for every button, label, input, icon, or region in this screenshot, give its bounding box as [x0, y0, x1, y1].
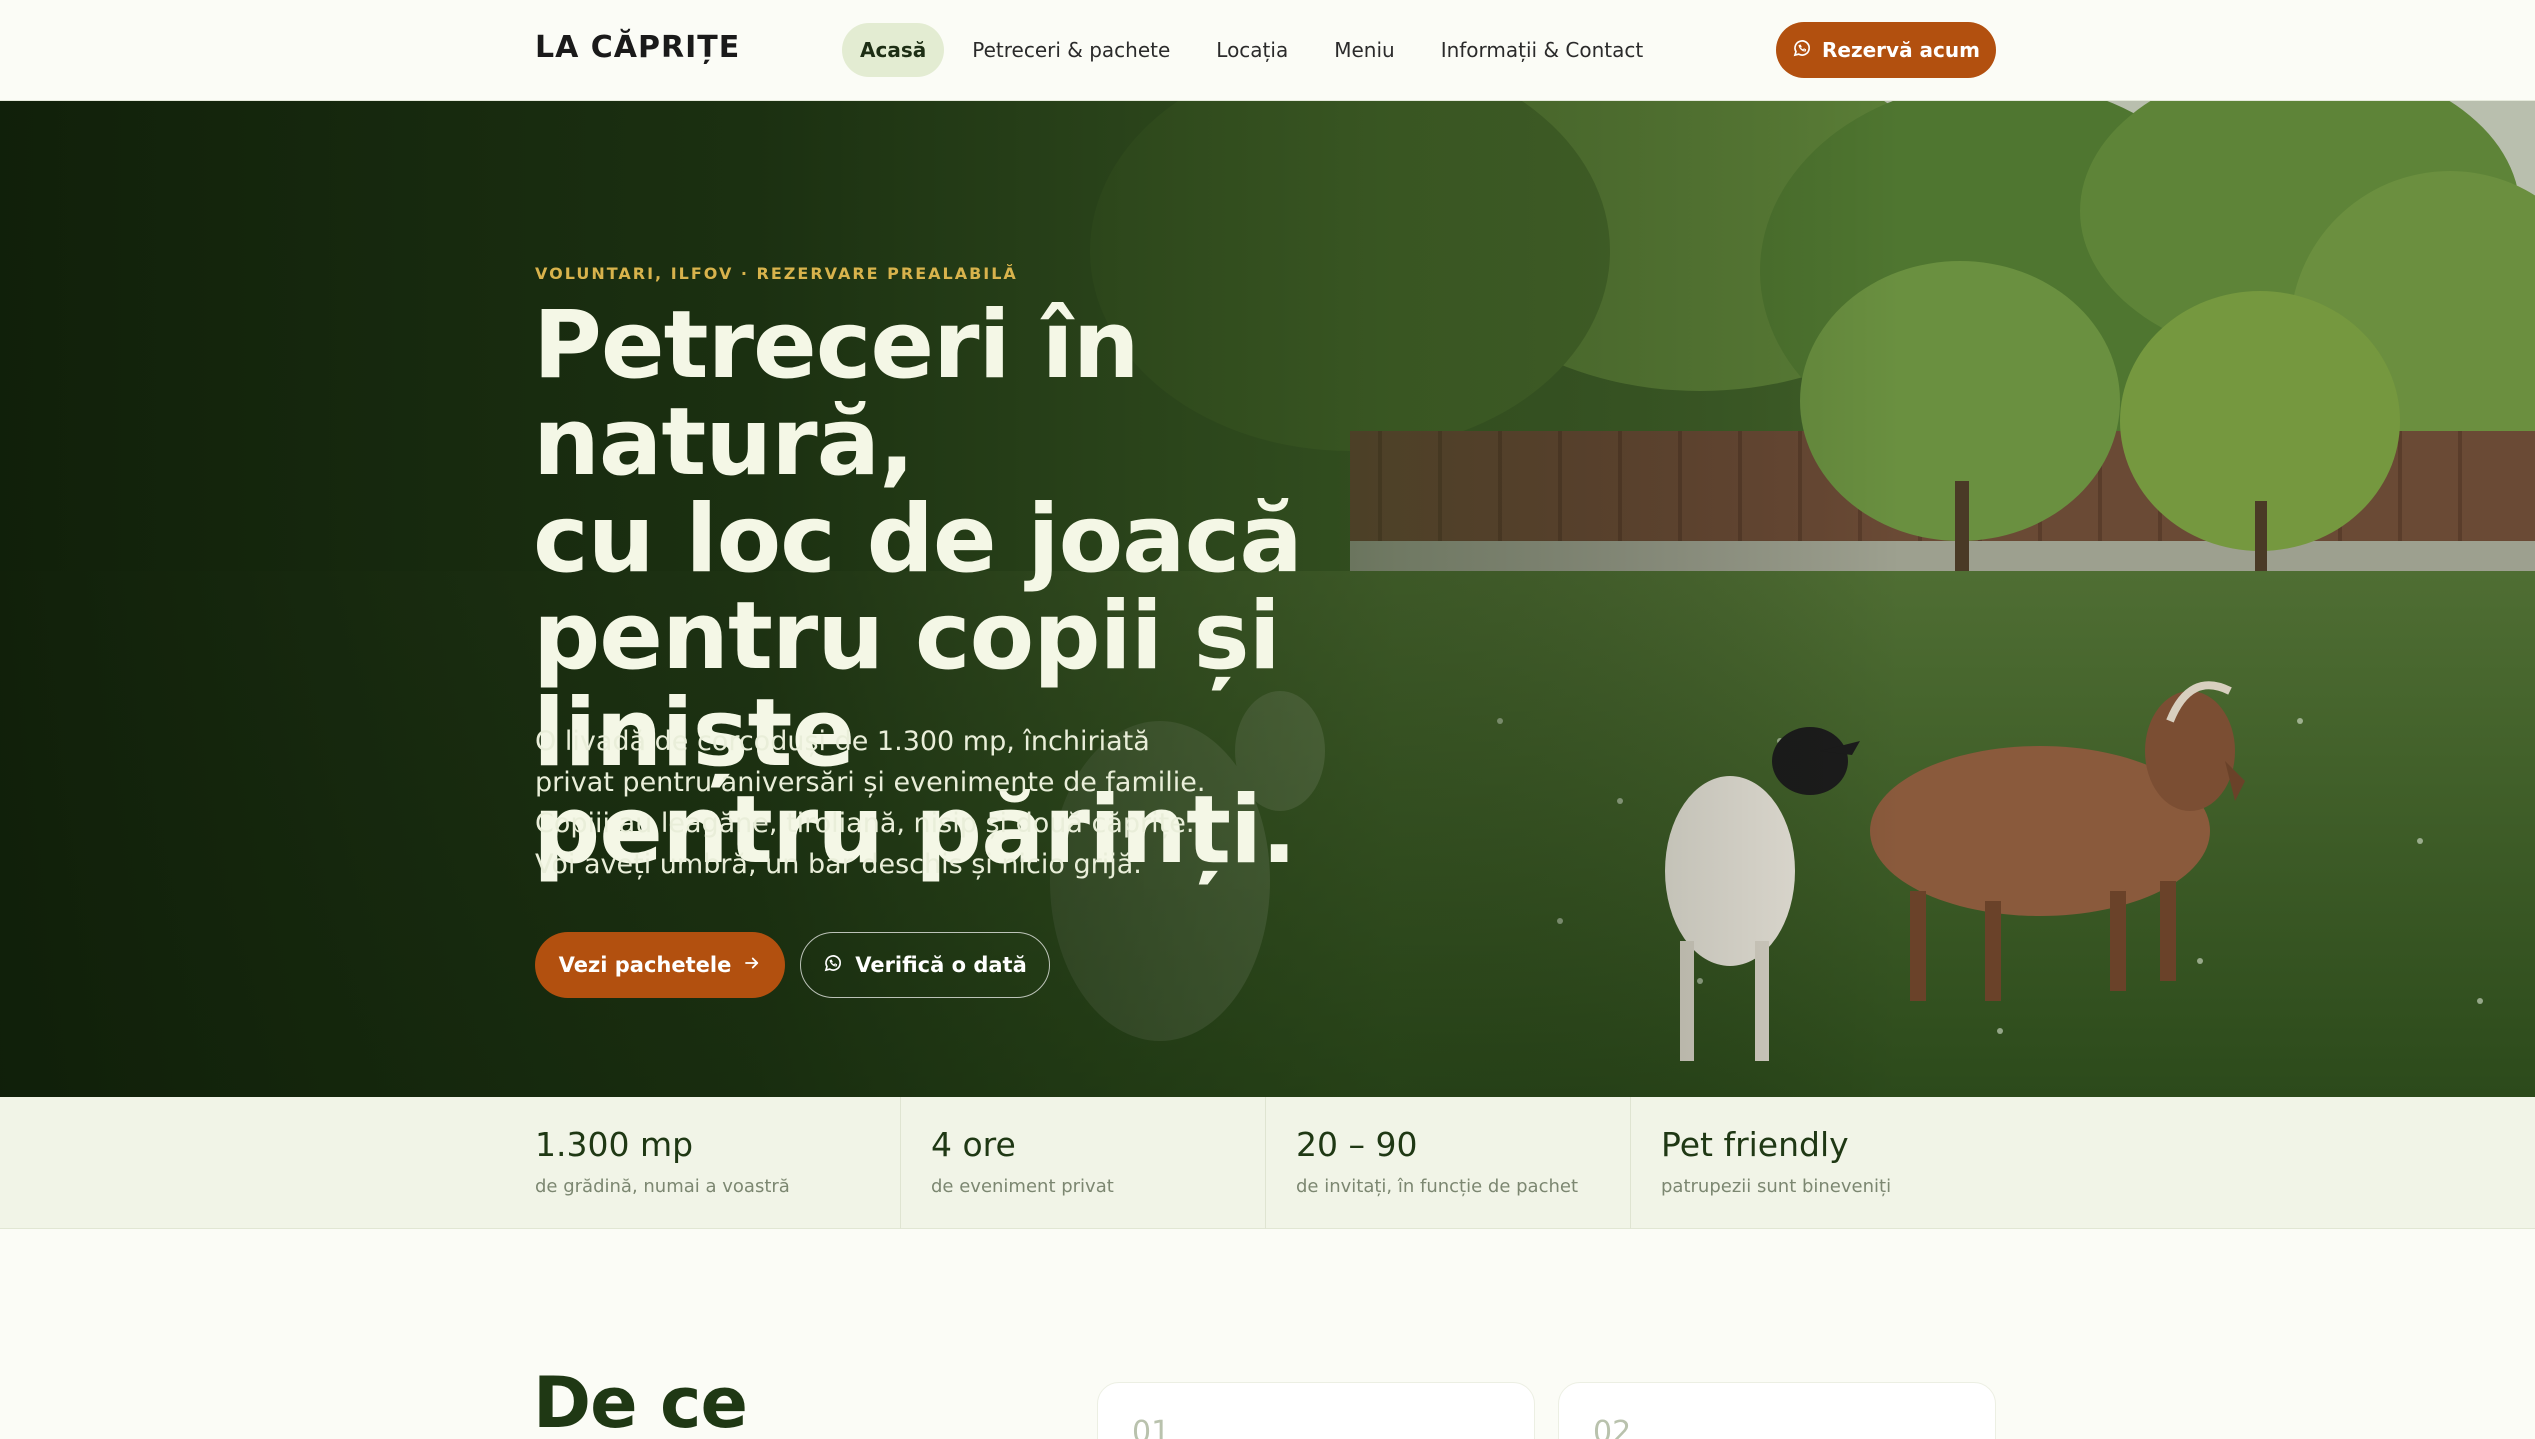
nav-item-locatia[interactable]: Locația — [1198, 23, 1306, 77]
view-packages-button[interactable]: Vezi pachetele — [535, 932, 785, 998]
arrow-right-icon — [743, 953, 761, 977]
stat-label: de eveniment privat — [931, 1176, 1114, 1197]
stat-divider — [1630, 1097, 1631, 1229]
check-date-button[interactable]: Verifică o dată — [800, 932, 1050, 998]
hero-description: O livadă de corcoduși de 1.300 mp, închi… — [535, 726, 1206, 880]
hero-title-line: Petreceri în natură, — [533, 291, 1140, 497]
stat-item: 1.300 mp de grădină, numai a voastră — [535, 1097, 790, 1229]
stat-item: 4 ore de eveniment privat — [931, 1097, 1114, 1229]
card-number: 01 — [1132, 1415, 1171, 1439]
view-packages-label: Vezi pachetele — [558, 953, 732, 977]
whatsapp-icon — [823, 953, 843, 978]
main-nav: Acasă Petreceri & pachete Locația Meniu … — [842, 23, 1661, 77]
site-header: LA CĂPRIȚE Acasă Petreceri & pachete Loc… — [0, 0, 2535, 101]
hero-section: VOLUNTARI, ILFOV · REZERVARE PREALABILĂ … — [0, 101, 2535, 1097]
stat-value: 4 ore — [931, 1125, 1016, 1164]
stat-item: 20 – 90 de invitați, în funcție de pache… — [1296, 1097, 1578, 1229]
stat-divider — [1265, 1097, 1266, 1229]
nav-item-petreceri[interactable]: Petreceri & pachete — [954, 23, 1188, 77]
stat-label: de invitați, în funcție de pachet — [1296, 1176, 1579, 1197]
hero-eyebrow: VOLUNTARI, ILFOV · REZERVARE PREALABILĂ — [535, 264, 1018, 283]
stat-label: patrupezii sunt bineveniți — [1661, 1176, 1892, 1197]
stat-item: Pet friendly patrupezii sunt bineveniți — [1661, 1097, 1891, 1229]
feature-card: 01 — [1097, 1382, 1535, 1439]
book-now-button[interactable]: Rezervă acum — [1776, 22, 1996, 78]
whatsapp-icon — [1792, 38, 1812, 63]
stat-value: 20 – 90 — [1296, 1125, 1418, 1164]
stat-divider — [900, 1097, 901, 1229]
stat-label: de grădină, numai a voastră — [535, 1176, 790, 1197]
nav-item-meniu[interactable]: Meniu — [1316, 23, 1412, 77]
stat-value: Pet friendly — [1661, 1125, 1849, 1164]
stats-bar: 1.300 mp de grădină, numai a voastră 4 o… — [0, 1097, 2535, 1229]
feature-card: 02 — [1558, 1382, 1996, 1439]
book-now-label: Rezervă acum — [1822, 38, 1980, 62]
stat-value: 1.300 mp — [535, 1125, 694, 1164]
nav-item-contact[interactable]: Informații & Contact — [1423, 23, 1662, 77]
check-date-label: Verifică o dată — [855, 953, 1027, 977]
site-logo[interactable]: LA CĂPRIȚE — [535, 30, 740, 65]
nav-item-acasa[interactable]: Acasă — [842, 23, 945, 77]
section-title: De ce — [533, 1362, 748, 1439]
card-number: 02 — [1593, 1415, 1632, 1439]
hero-title-line: cu loc de joacă — [533, 485, 1303, 594]
